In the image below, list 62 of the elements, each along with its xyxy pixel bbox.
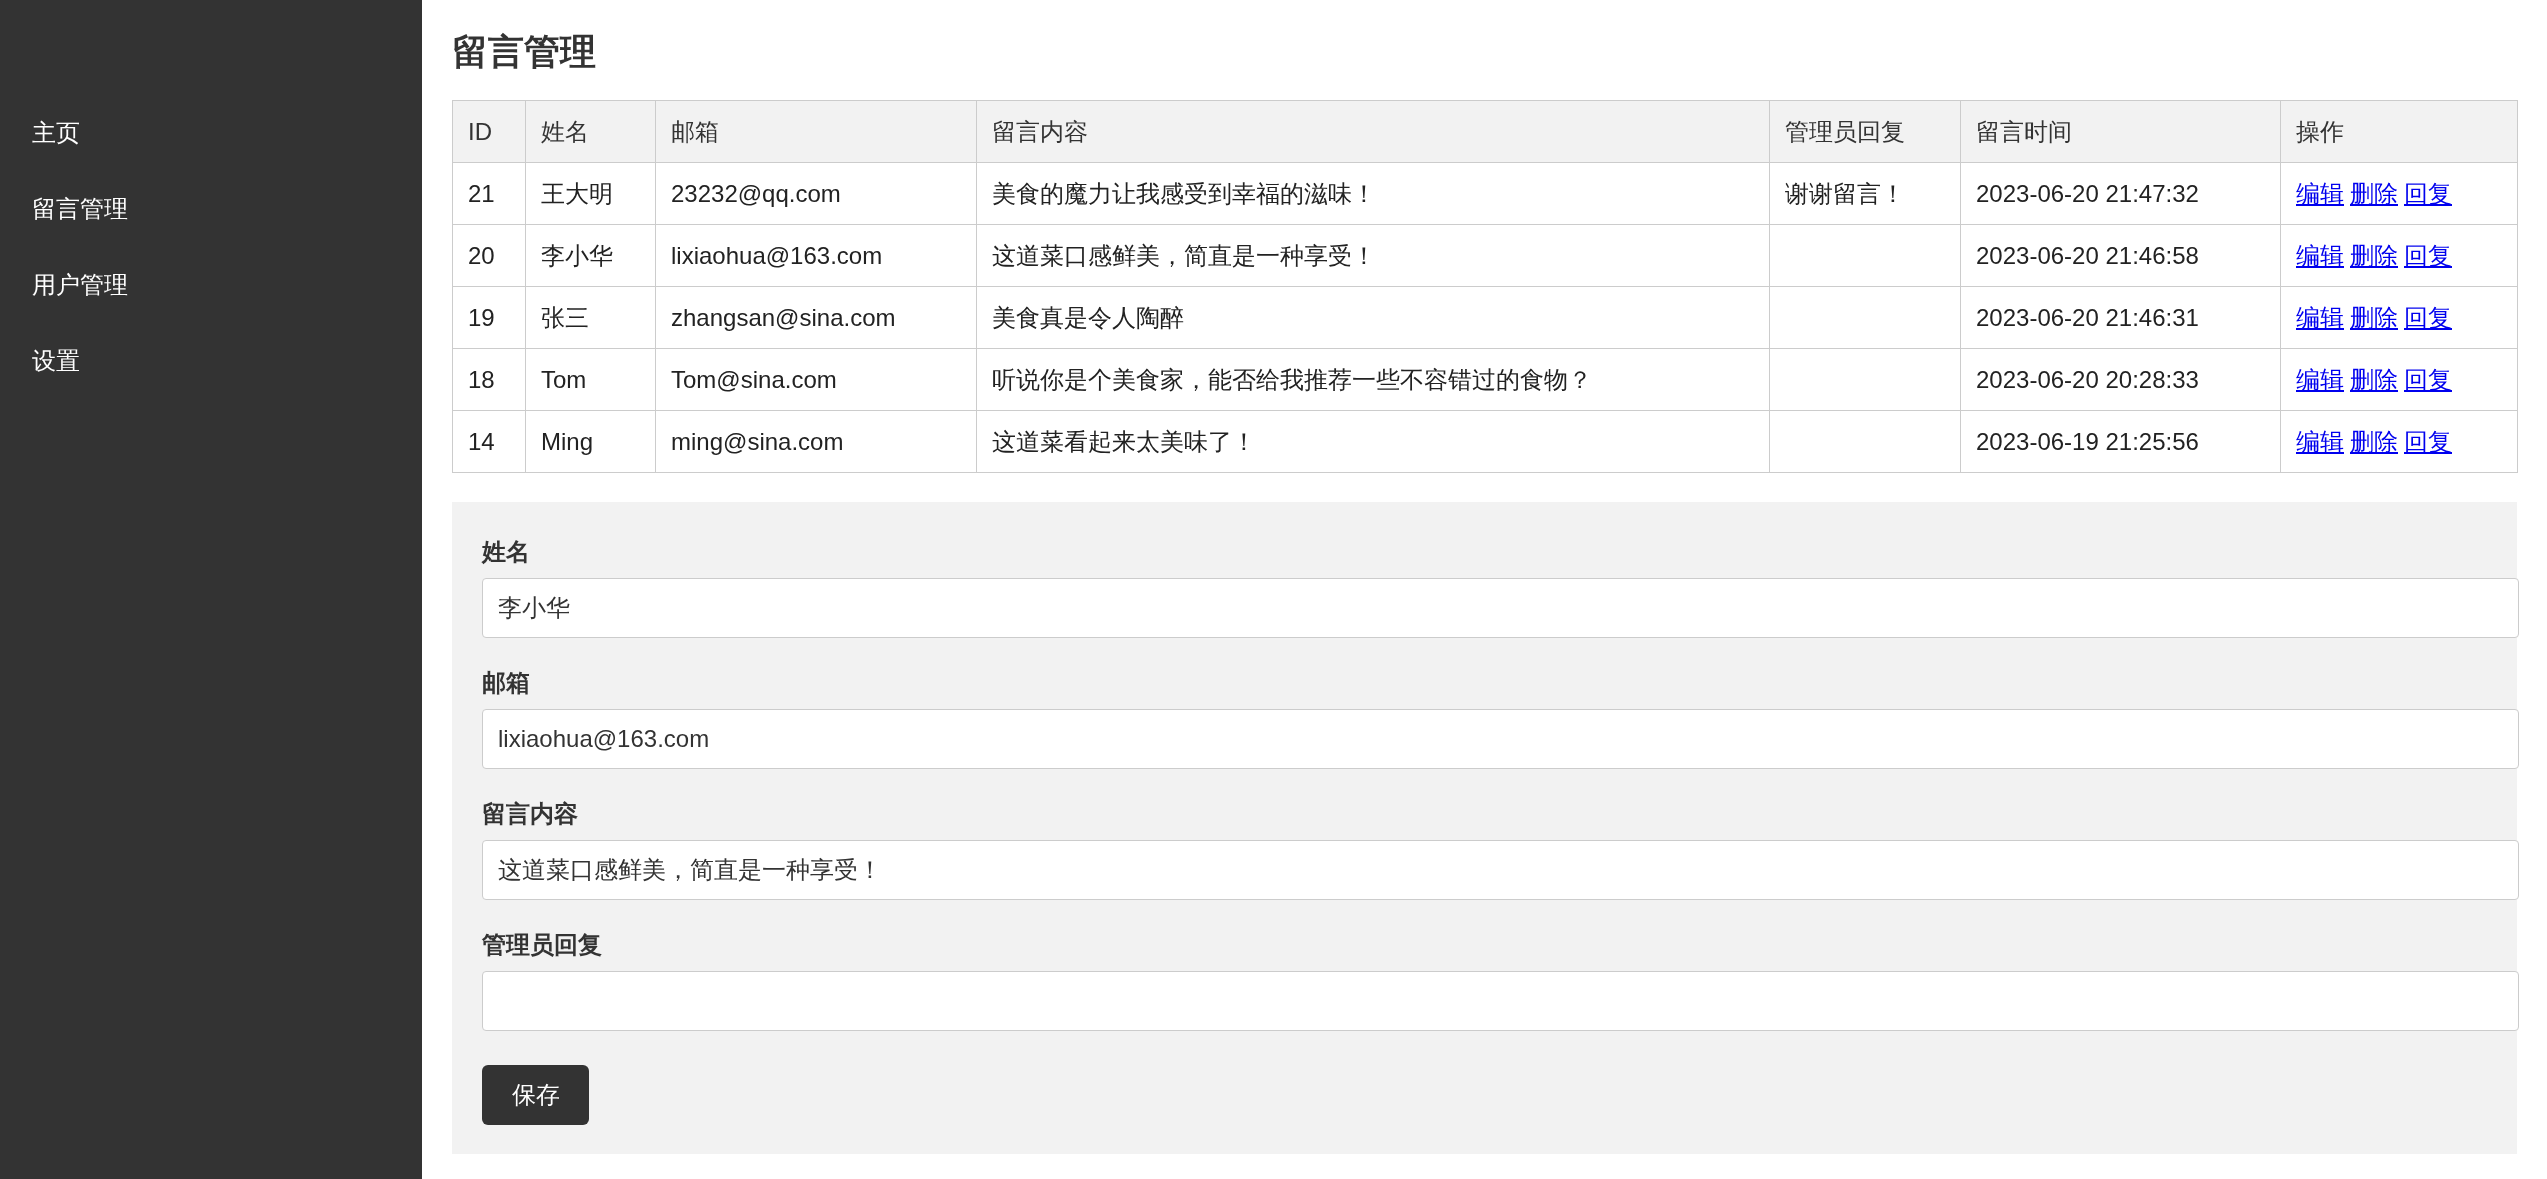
table-cell: 19 xyxy=(452,286,526,349)
table-cell: 2023-06-20 21:46:31 xyxy=(1960,286,2281,349)
table-cell: Tom xyxy=(525,348,656,411)
action-link[interactable]: 回复 xyxy=(2404,241,2452,269)
table-cell: Ming xyxy=(525,410,656,473)
table-cell: zhangsan@sina.com xyxy=(655,286,977,349)
table-cell: 谢谢留言！ xyxy=(1769,162,1961,225)
field-label: 邮箱 xyxy=(482,668,531,698)
field-label: 姓名 xyxy=(482,537,531,567)
input-field[interactable] xyxy=(482,971,2519,1031)
action-link[interactable]: 删除 xyxy=(2350,241,2398,269)
table-cell: 李小华 xyxy=(525,224,656,287)
input-field[interactable]: lixiaohua@163.com xyxy=(482,709,2519,769)
column-header: 姓名 xyxy=(525,100,656,163)
table-cell: 2023-06-20 21:46:58 xyxy=(1960,224,2281,287)
field-label: 管理员回复 xyxy=(482,930,603,960)
column-header: 操作 xyxy=(2280,100,2518,163)
table-cell: 2023-06-20 20:28:33 xyxy=(1960,348,2281,411)
input-field[interactable]: 李小华 xyxy=(482,578,2519,638)
input-field[interactable]: 这道菜口感鲜美，简直是一种享受！ xyxy=(482,840,2519,900)
column-header: 留言内容 xyxy=(976,100,1770,163)
column-header: ID xyxy=(452,100,526,163)
table-cell: 这道菜口感鲜美，简直是一种享受！ xyxy=(976,224,1770,287)
action-link[interactable]: 编辑 xyxy=(2296,179,2344,207)
table-cell: 20 xyxy=(452,224,526,287)
action-link[interactable]: 回复 xyxy=(2404,365,2452,393)
table-cell: 23232@qq.com xyxy=(655,162,977,225)
column-header: 邮箱 xyxy=(655,100,977,163)
table-cell: ming@sina.com xyxy=(655,410,977,473)
action-link[interactable]: 删除 xyxy=(2350,303,2398,331)
save-button[interactable]: 保存 xyxy=(482,1065,589,1125)
action-link[interactable]: 删除 xyxy=(2350,365,2398,393)
column-header: 留言时间 xyxy=(1960,100,2281,163)
field-label: 留言内容 xyxy=(482,799,579,829)
page-title: 留言管理 xyxy=(452,30,597,74)
action-link[interactable]: 删除 xyxy=(2350,179,2398,207)
table-cell: 2023-06-19 21:25:56 xyxy=(1960,410,2281,473)
table-cell: 张三 xyxy=(525,286,656,349)
table-cell: lixiaohua@163.com xyxy=(655,224,977,287)
action-link[interactable]: 编辑 xyxy=(2296,303,2344,331)
table-cell: 这道菜看起来太美味了！ xyxy=(976,410,1770,473)
sidebar-item[interactable]: 设置 xyxy=(0,341,112,381)
table-cell: 听说你是个美食家，能否给我推荐一些不容错过的食物？ xyxy=(976,348,1770,411)
sidebar-item[interactable]: 主页 xyxy=(0,113,112,153)
table-cell: Tom@sina.com xyxy=(655,348,977,411)
action-link[interactable]: 回复 xyxy=(2404,179,2452,207)
action-link[interactable]: 删除 xyxy=(2350,427,2398,455)
table-cell: 美食真是令人陶醉 xyxy=(976,286,1770,349)
sidebar-item[interactable]: 留言管理 xyxy=(0,189,160,229)
action-link[interactable]: 编辑 xyxy=(2296,365,2344,393)
action-link[interactable]: 回复 xyxy=(2404,303,2452,331)
action-link[interactable]: 编辑 xyxy=(2296,241,2344,269)
table-cell: 2023-06-20 21:47:32 xyxy=(1960,162,2281,225)
sidebar-item[interactable]: 用户管理 xyxy=(0,265,160,305)
action-link[interactable]: 编辑 xyxy=(2296,427,2344,455)
table-cell: 14 xyxy=(452,410,526,473)
table-cell: 21 xyxy=(452,162,526,225)
column-header: 管理员回复 xyxy=(1769,100,1961,163)
action-link[interactable]: 回复 xyxy=(2404,427,2452,455)
table-cell: 18 xyxy=(452,348,526,411)
table-cell: 王大明 xyxy=(525,162,656,225)
table-cell: 美食的魔力让我感受到幸福的滋味！ xyxy=(976,162,1770,225)
